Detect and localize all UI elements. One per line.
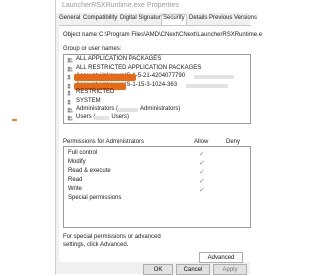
permission-row: Full control ✓: [64, 150, 250, 159]
list-item-label: RESTRICTED: [76, 89, 115, 95]
permission-row: Modify ✓: [64, 159, 250, 168]
permission-row: Special permissions: [64, 195, 250, 204]
background-area: [0, 0, 55, 274]
tab-previous-versions[interactable]: Previous Versions: [209, 15, 257, 21]
user-group-icon: [67, 107, 73, 113]
user-group-icon: [67, 66, 73, 72]
redaction-blur: [194, 75, 234, 79]
list-item[interactable]: ALL APPLICATION PACKAGES: [64, 56, 250, 65]
user-group-icon: [67, 74, 71, 80]
list-item[interactable]: RESTRICTED: [64, 89, 250, 98]
user-group-icon: [67, 90, 71, 96]
advanced-button[interactable]: Advanced: [199, 252, 243, 263]
object-name-label: Object name:: [63, 32, 99, 38]
permission-name: Special permissions: [68, 195, 122, 201]
tab-general[interactable]: General: [59, 15, 80, 21]
permissions-label: Permissions for Administrators: [63, 139, 145, 145]
check-icon: ✓: [199, 187, 205, 194]
tab-compatibility[interactable]: Compatibility: [83, 15, 117, 21]
list-item[interactable]: Users (Users): [64, 114, 250, 123]
user-group-icon: [67, 99, 71, 105]
tab-security[interactable]: Security: [161, 14, 187, 25]
permission-name: Full control: [68, 150, 98, 156]
permission-row: Read ✓: [64, 177, 250, 186]
redaction-blur: [94, 116, 109, 120]
deny-header: Deny: [226, 139, 241, 145]
title-bar: LauncherRSXRuntime.exe Properties: [56, 0, 251, 13]
permission-name: Read & execute: [68, 168, 111, 174]
list-item-label: SYSTEM: [76, 98, 101, 104]
tab-details[interactable]: Details: [189, 15, 207, 21]
window-title: LauncherRSXRuntime.exe Properties: [62, 2, 179, 9]
redaction-blur: [186, 84, 228, 88]
orange-marker: [12, 119, 17, 121]
redaction-mark: [74, 74, 136, 81]
cancel-button[interactable]: Cancel: [176, 264, 210, 275]
list-item-label: ALL RESTRICTED APPLICATION PACKAGES: [76, 65, 202, 71]
check-icon: ✓: [199, 178, 205, 185]
ok-button[interactable]: OK: [143, 264, 173, 275]
list-item[interactable]: Account Unknown(S-1-5-21-4204077790: [64, 73, 250, 82]
permission-name: Read: [68, 177, 83, 183]
security-panel: Object name: C:\Program Files\AMD\CNext\…: [59, 25, 262, 263]
special-permissions-text: For special permissions or advanced sett…: [63, 234, 161, 248]
allow-header: Allow: [194, 139, 209, 145]
properties-dialog: LauncherRSXRuntime.exe Properties Genera…: [55, 0, 262, 275]
check-icon: ✓: [199, 169, 205, 176]
list-item-label: ALL APPLICATION PACKAGES: [76, 56, 162, 62]
permissions-list[interactable]: Full control ✓ Modify ✓ Read & execute ✓…: [63, 146, 251, 228]
check-icon: ✓: [199, 160, 205, 167]
tab-strip: General Compatibility Digital Signatures…: [56, 14, 257, 25]
permission-row: Read & execute ✓: [64, 168, 250, 177]
group-list[interactable]: ALL APPLICATION PACKAGES ALL RESTRICTED …: [63, 54, 251, 124]
tab-digital-signatures[interactable]: Digital Signatures: [120, 15, 167, 21]
user-group-icon: [67, 115, 73, 121]
group-names-label: Group or user names:: [63, 46, 122, 52]
permission-row: Write ✓: [64, 186, 250, 195]
apply-button[interactable]: Apply: [213, 264, 247, 275]
permission-name: Write: [68, 186, 82, 192]
object-name-value: C:\Program Files\AMD\CNext\CNext\Launche…: [99, 32, 263, 38]
check-icon: ✓: [199, 151, 205, 158]
redaction-blur: [118, 108, 138, 112]
user-group-icon: [67, 57, 73, 63]
permission-name: Modify: [68, 159, 86, 165]
